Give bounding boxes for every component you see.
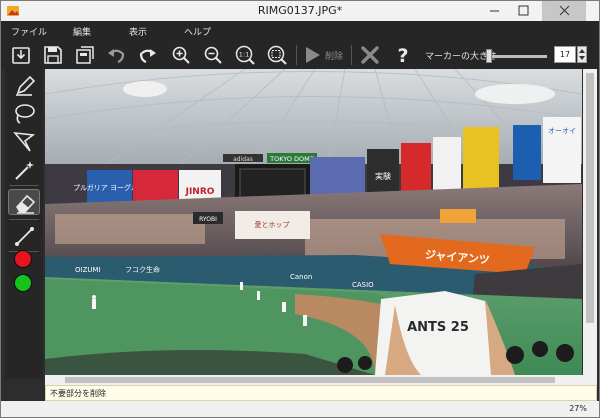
save-button[interactable] xyxy=(42,44,64,66)
sign-text: JINRO xyxy=(185,187,215,197)
sign-text: Canon xyxy=(290,273,312,281)
menu-edit[interactable]: 編集 xyxy=(73,25,91,38)
magic-wand-icon xyxy=(15,161,34,180)
menu-bar: ファイル 編集 表示 ヘルプ xyxy=(1,21,599,41)
undo-button[interactable] xyxy=(105,44,127,66)
x-icon xyxy=(361,46,379,64)
eraser-icon xyxy=(16,194,36,214)
play-icon xyxy=(306,47,320,63)
horizontal-scrollbar[interactable] xyxy=(45,375,583,385)
actual-size-icon: 1:1 xyxy=(235,45,255,65)
sidebar-separator xyxy=(9,219,39,220)
toolbar: 1:1 削除 ? マーカーの大きさ 17 xyxy=(1,41,599,69)
tool-sidebar xyxy=(5,69,43,379)
app-window: RIMG0137.JPG* ファイル 編集 表示 ヘルプ 1:1 削除 ? マー… xyxy=(0,0,600,418)
sign-text: adidas xyxy=(233,156,253,163)
close-icon xyxy=(559,5,570,16)
maximize-icon xyxy=(518,5,529,16)
save-as-button[interactable] xyxy=(74,44,96,66)
vertical-scrollbar[interactable] xyxy=(583,69,597,385)
sign-text: TOKYO DOME xyxy=(269,155,314,163)
green-marker-color[interactable] xyxy=(14,274,32,292)
menu-help[interactable]: ヘルプ xyxy=(184,25,211,38)
delete-label[interactable]: 削除 xyxy=(325,49,343,62)
red-marker-color[interactable] xyxy=(14,250,32,268)
sign-text: オーオイ xyxy=(548,127,576,135)
sign-text: CASIO xyxy=(352,281,374,289)
zoom-in-button[interactable] xyxy=(170,44,192,66)
status-bar: 27% xyxy=(1,401,599,417)
toolbar-separator xyxy=(351,45,352,65)
polygon-tool-button[interactable] xyxy=(8,129,40,155)
title-bar: RIMG0137.JPG* xyxy=(1,1,599,21)
image-canvas[interactable]: プルガリア ヨーグルト JINRO TOKYO DOME adidas 実験 オ… xyxy=(45,69,582,375)
fit-window-button[interactable] xyxy=(266,44,288,66)
clear-button[interactable] xyxy=(359,44,381,66)
menu-file[interactable]: ファイル xyxy=(11,25,47,38)
magic-wand-tool-button[interactable] xyxy=(8,157,40,183)
menu-view[interactable]: 表示 xyxy=(129,25,147,38)
marker-tool-button[interactable] xyxy=(8,73,40,99)
zoom-level: 27% xyxy=(569,404,587,413)
marker-size-slider-thumb[interactable] xyxy=(486,49,492,63)
lasso-tool-button[interactable] xyxy=(8,101,40,127)
marker-size-spinner[interactable] xyxy=(577,46,587,63)
zoom-out-icon xyxy=(204,46,222,64)
sidebar-separator xyxy=(9,185,39,186)
actual-size-button[interactable]: 1:1 xyxy=(234,44,256,66)
save-icon xyxy=(44,46,62,64)
eraser-tool-button[interactable] xyxy=(8,189,40,215)
help-button[interactable]: ? xyxy=(392,44,414,67)
minimize-button[interactable] xyxy=(480,1,509,21)
pen-icon xyxy=(16,75,36,96)
zoom-in-icon xyxy=(172,46,190,64)
stadium-photo: プルガリア ヨーグルト JINRO TOKYO DOME adidas 実験 オ… xyxy=(45,69,582,375)
vertical-scroll-thumb[interactable] xyxy=(586,73,594,323)
save-as-icon xyxy=(76,46,94,64)
jersey-text: ANTS 25 xyxy=(407,320,469,335)
minimize-icon xyxy=(490,10,499,12)
sign-text: 実験 xyxy=(375,171,391,181)
svg-text:?: ? xyxy=(397,45,408,66)
fit-window-icon xyxy=(267,45,287,65)
lasso-icon xyxy=(15,104,35,124)
open-folder-icon xyxy=(12,47,30,64)
sign-text: RYOBI xyxy=(199,216,217,223)
marker-size-input[interactable]: 17 xyxy=(554,46,576,63)
toolbar-separator xyxy=(296,45,297,65)
close-button[interactable] xyxy=(542,1,586,21)
polygon-lasso-icon xyxy=(13,131,36,152)
sign-text: 愛とホップ xyxy=(255,220,290,229)
line-tool-button[interactable] xyxy=(8,223,40,249)
marker-size-slider[interactable] xyxy=(489,55,547,58)
line-icon xyxy=(15,227,34,246)
maximize-button[interactable] xyxy=(509,1,538,21)
undo-icon xyxy=(108,49,125,64)
redo-button[interactable] xyxy=(137,44,159,66)
sign-text: フコク生命 xyxy=(125,265,160,274)
horizontal-scroll-thumb[interactable] xyxy=(65,377,555,383)
zoom-out-button[interactable] xyxy=(202,44,224,66)
redo-icon xyxy=(139,49,156,64)
delete-run-button[interactable] xyxy=(301,44,323,66)
sign-text: OIZUMI xyxy=(75,266,101,274)
spinner-arrows-icon xyxy=(579,49,585,60)
question-icon: ? xyxy=(397,45,408,67)
hint-bar: 不要部分を削除 xyxy=(45,385,597,401)
open-button[interactable] xyxy=(10,44,32,66)
svg-text:1:1: 1:1 xyxy=(239,51,249,59)
